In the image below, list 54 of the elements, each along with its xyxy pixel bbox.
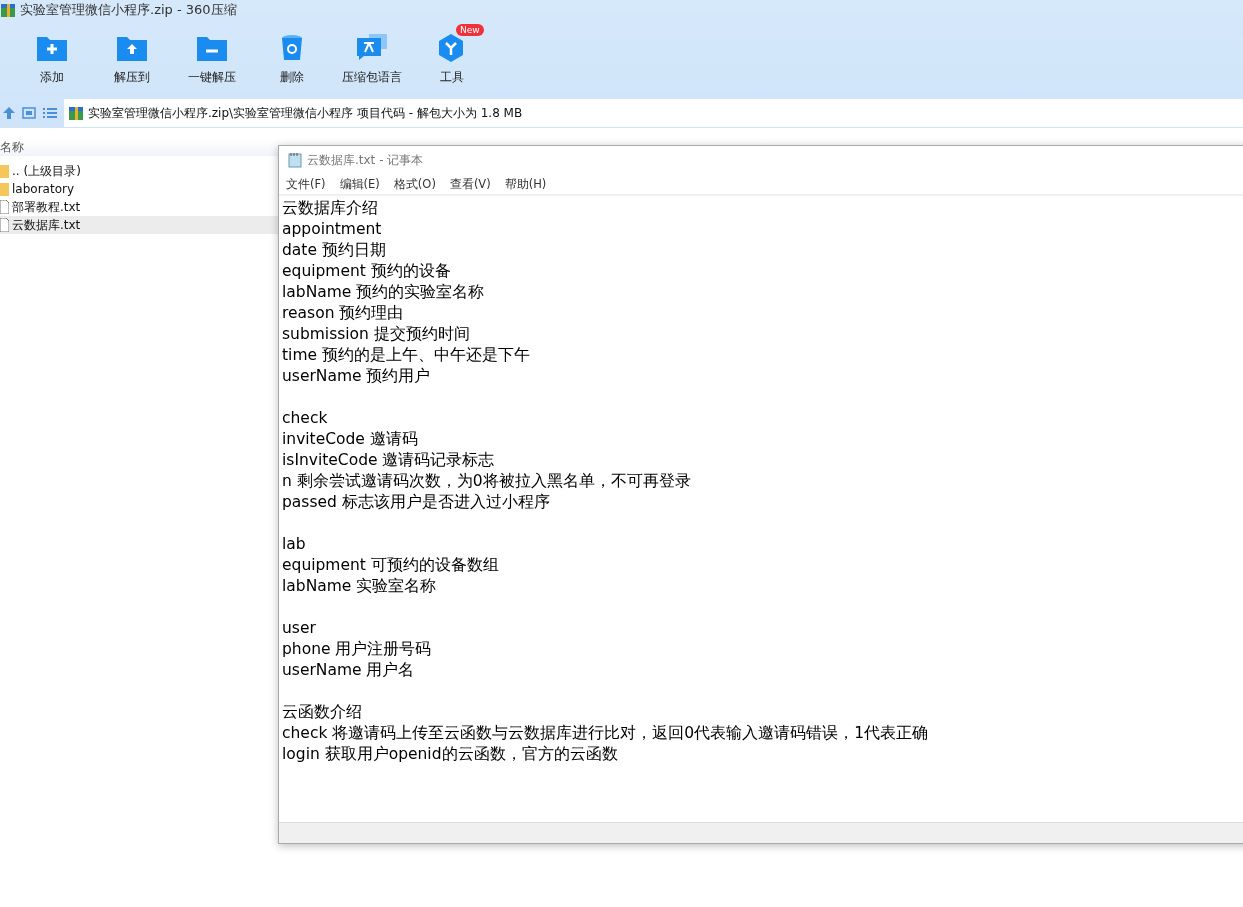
text-line: labName 预约的实验室名称: [282, 282, 486, 303]
menu-item[interactable]: 编辑(E): [339, 176, 380, 192]
toolbar-button[interactable]: 添加: [12, 20, 92, 98]
text-line: phone 用户注册号码: [282, 639, 433, 660]
column-header[interactable]: 名称: [0, 138, 24, 156]
text-line: isInviteCode 邀请码记录标志: [282, 450, 496, 471]
toolbar-button[interactable]: New 工具: [412, 20, 492, 98]
list-view-icon[interactable]: [42, 106, 58, 120]
text-line: 云函数介绍: [282, 702, 363, 723]
archive-icon: [68, 105, 84, 121]
toolbar-button[interactable]: 解压到: [92, 20, 172, 98]
text-line: n 剩余尝试邀请码次数，为0将被拉入黑名单，不可再登录: [282, 471, 692, 492]
thumbnail-view-icon[interactable]: [22, 106, 36, 120]
document-icon: [0, 218, 9, 232]
text-line: lab: [282, 534, 307, 555]
text-line: time 预约的是上午、中午还是下午: [282, 345, 531, 366]
text-line: check 将邀请码上传至云函数与云数据库进行比对，返回0代表输入邀请码错误，1代表正确: [282, 723, 930, 744]
file-row[interactable]: 云数据库.txt: [0, 216, 278, 234]
new-badge: New: [456, 24, 484, 36]
address-field[interactable]: 实验室管理微信小程序.zip\实验室管理微信小程序 项目代码 - 解包大小为 1.8 MB: [64, 99, 1243, 127]
text-line: submission 提交预约时间: [282, 324, 471, 345]
text-line: inviteCode 邀请码: [282, 429, 419, 450]
text-line: reason 预约理由: [282, 303, 405, 324]
file-row[interactable]: 部署教程.txt: [0, 198, 278, 216]
menu-item[interactable]: 格式(O): [393, 176, 436, 192]
document-icon: [0, 200, 9, 214]
text-line: passed 标志该用户是否进入过小程序: [282, 492, 551, 513]
toolbar-button[interactable]: 一键解压: [172, 20, 252, 98]
text-line: userName 预约用户: [282, 366, 432, 387]
text-line: equipment 预约的设备: [282, 261, 452, 282]
translate-icon: [355, 32, 389, 63]
text-line: appointment: [282, 219, 383, 240]
text-line: login 获取用户openid的云函数，官方的云函数: [282, 744, 619, 765]
menu-item[interactable]: 查看(V): [449, 176, 491, 192]
text-line: 云数据库介绍: [282, 198, 379, 219]
archive-icon: [0, 2, 16, 18]
file-row[interactable]: laboratory: [0, 180, 278, 198]
text-line: userName 用户名: [282, 660, 416, 681]
text-line: check: [282, 408, 329, 429]
menu-item[interactable]: 文件(F): [286, 176, 326, 192]
notepad-title: 云数据库.txt - 记事本: [307, 151, 424, 169]
toolbar-button[interactable]: 删除: [252, 20, 332, 98]
up-arrow-icon[interactable]: [2, 106, 16, 120]
text-line: equipment 可预约的设备数组: [282, 555, 500, 576]
window-title: 实验室管理微信小程序.zip - 360压缩: [20, 1, 237, 19]
notepad-icon: [287, 152, 303, 168]
file-row[interactable]: .. (上级目录): [0, 162, 278, 180]
toolbar-button[interactable]: 压缩包语言: [332, 20, 412, 98]
folder-icon: [0, 164, 9, 178]
menu-item[interactable]: 帮助(H): [504, 176, 547, 192]
text-line: labName 实验室名称: [282, 576, 438, 597]
folder-icon: [0, 182, 9, 196]
text-line: user: [282, 618, 317, 639]
text-line: date 预约日期: [282, 240, 387, 261]
